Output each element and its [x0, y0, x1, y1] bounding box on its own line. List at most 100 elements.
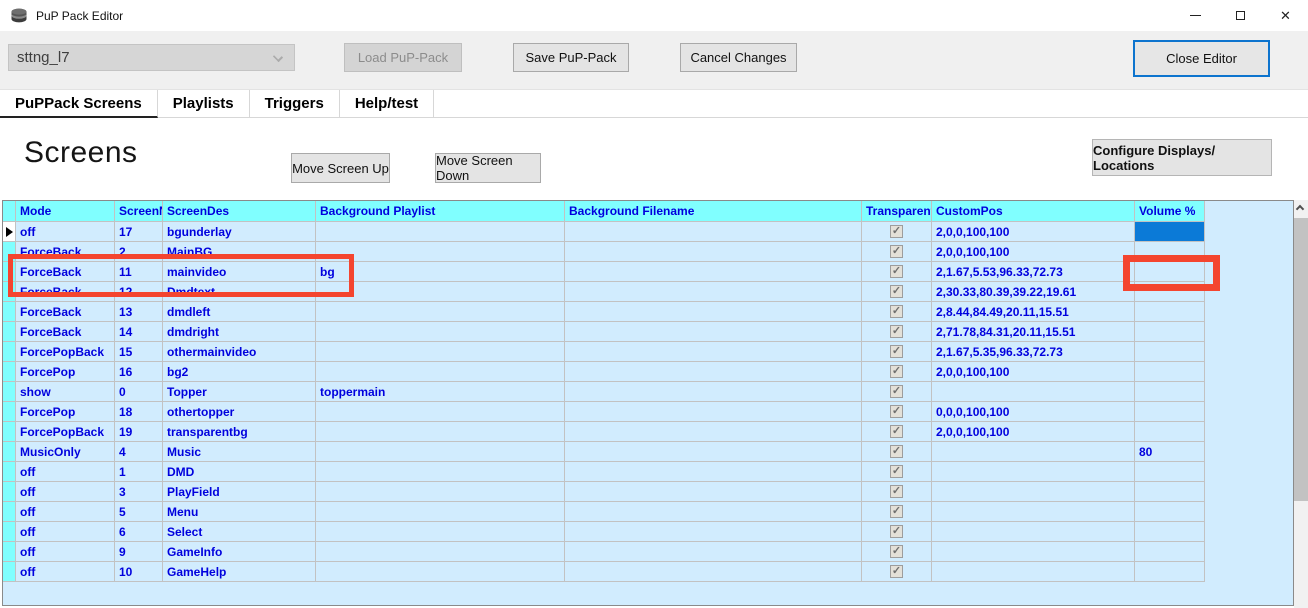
grid-cell-mode[interactable]: ForcePop: [16, 402, 115, 422]
row-indicator-cell[interactable]: [3, 302, 16, 322]
grid-cell-background-filename[interactable]: [565, 562, 862, 582]
transparent-checkbox[interactable]: ✓: [890, 385, 903, 398]
grid-cell-background-playlist[interactable]: [316, 482, 565, 502]
close-button[interactable]: ✕: [1263, 0, 1308, 31]
grid-cell-background-playlist[interactable]: toppermain: [316, 382, 565, 402]
row-indicator-cell[interactable]: [3, 322, 16, 342]
grid-cell-background-filename[interactable]: [565, 522, 862, 542]
tab-puppack-screens[interactable]: PuPPack Screens: [0, 90, 158, 118]
row-indicator-cell[interactable]: [3, 442, 16, 462]
grid-cell-screen-des[interactable]: dmdleft: [163, 302, 316, 322]
grid-cell-custom-pos[interactable]: [932, 562, 1135, 582]
grid-cell-custom-pos[interactable]: 2,1.67,5.35,96.33,72.73: [932, 342, 1135, 362]
grid-cell-mode[interactable]: off: [16, 502, 115, 522]
transparent-checkbox[interactable]: ✓: [890, 485, 903, 498]
grid-cell-background-playlist[interactable]: [316, 322, 565, 342]
grid-cell-transparent[interactable]: ✓: [862, 282, 932, 302]
grid-cell-transparent[interactable]: ✓: [862, 482, 932, 502]
grid-cell-mode[interactable]: off: [16, 222, 115, 242]
transparent-checkbox[interactable]: ✓: [890, 225, 903, 238]
grid-cell-custom-pos[interactable]: [932, 382, 1135, 402]
grid-cell-volume[interactable]: [1135, 542, 1205, 562]
transparent-checkbox[interactable]: ✓: [890, 305, 903, 318]
grid-cell-background-playlist[interactable]: [316, 362, 565, 382]
grid-cell-screen-des[interactable]: Topper: [163, 382, 316, 402]
scroll-up-icon[interactable]: [1296, 205, 1304, 213]
grid-cell-custom-pos[interactable]: [932, 502, 1135, 522]
grid-cell-background-playlist[interactable]: [316, 342, 565, 362]
grid-cell-screen-des[interactable]: transparentbg: [163, 422, 316, 442]
grid-cell-screen-des[interactable]: GameHelp: [163, 562, 316, 582]
grid-cell-screen-des[interactable]: bgunderlay: [163, 222, 316, 242]
grid-cell-screen-num[interactable]: 17: [115, 222, 163, 242]
transparent-checkbox[interactable]: ✓: [890, 285, 903, 298]
grid-cell-background-filename[interactable]: [565, 482, 862, 502]
row-indicator-cell[interactable]: [3, 562, 16, 582]
grid-cell-background-filename[interactable]: [565, 342, 862, 362]
grid-cell-background-playlist[interactable]: [316, 502, 565, 522]
grid-cell-screen-des[interactable]: bg2: [163, 362, 316, 382]
grid-cell-screen-des[interactable]: othertopper: [163, 402, 316, 422]
grid-cell-screen-des[interactable]: DMD: [163, 462, 316, 482]
grid-cell-background-filename[interactable]: [565, 242, 862, 262]
transparent-checkbox[interactable]: ✓: [890, 265, 903, 278]
grid-cell-background-filename[interactable]: [565, 222, 862, 242]
grid-cell-background-playlist[interactable]: [316, 422, 565, 442]
grid-cell-custom-pos[interactable]: [932, 442, 1135, 462]
minimize-button[interactable]: [1173, 0, 1218, 31]
grid-cell-mode[interactable]: MusicOnly: [16, 442, 115, 462]
grid-cell-mode[interactable]: ForcePopBack: [16, 342, 115, 362]
grid-cell-screen-num[interactable]: 18: [115, 402, 163, 422]
grid-cell-screen-num[interactable]: 15: [115, 342, 163, 362]
row-indicator-cell[interactable]: [3, 522, 16, 542]
grid-cell-transparent[interactable]: ✓: [862, 542, 932, 562]
grid-cell-background-filename[interactable]: [565, 322, 862, 342]
grid-cell-background-playlist[interactable]: [316, 562, 565, 582]
grid-cell-mode[interactable]: ForceBack: [16, 322, 115, 342]
grid-cell-volume[interactable]: [1135, 382, 1205, 402]
grid-cell-custom-pos[interactable]: [932, 542, 1135, 562]
grid-cell-screen-num[interactable]: 1: [115, 462, 163, 482]
grid-cell-background-filename[interactable]: [565, 402, 862, 422]
transparent-checkbox[interactable]: ✓: [890, 345, 903, 358]
grid-cell-volume[interactable]: [1135, 462, 1205, 482]
grid-cell-transparent[interactable]: ✓: [862, 502, 932, 522]
grid-cell-screen-des[interactable]: GameInfo: [163, 542, 316, 562]
grid-cell-screen-num[interactable]: 9: [115, 542, 163, 562]
tab-help-test[interactable]: Help/test: [340, 90, 434, 118]
transparent-checkbox[interactable]: ✓: [890, 545, 903, 558]
grid-cell-custom-pos[interactable]: 2,71.78,84.31,20.11,15.51: [932, 322, 1135, 342]
pack-select-dropdown[interactable]: sttng_l7: [8, 44, 295, 71]
tab-playlists[interactable]: Playlists: [158, 90, 250, 118]
grid-cell-custom-pos[interactable]: 2,1.67,5.53,96.33,72.73: [932, 262, 1135, 282]
grid-cell-background-filename[interactable]: [565, 502, 862, 522]
grid-cell-custom-pos[interactable]: [932, 482, 1135, 502]
grid-cell-background-playlist[interactable]: [316, 442, 565, 462]
grid-cell-screen-num[interactable]: 6: [115, 522, 163, 542]
grid-cell-custom-pos[interactable]: 2,0,0,100,100: [932, 222, 1135, 242]
grid-cell-transparent[interactable]: ✓: [862, 382, 932, 402]
grid-cell-transparent[interactable]: ✓: [862, 362, 932, 382]
grid-cell-transparent[interactable]: ✓: [862, 222, 932, 242]
row-indicator-cell[interactable]: [3, 382, 16, 402]
grid-cell-volume[interactable]: [1135, 302, 1205, 322]
grid-cell-background-filename[interactable]: [565, 382, 862, 402]
grid-cell-transparent[interactable]: ✓: [862, 522, 932, 542]
grid-cell-custom-pos[interactable]: 2,0,0,100,100: [932, 422, 1135, 442]
grid-cell-background-filename[interactable]: [565, 362, 862, 382]
grid-cell-background-filename[interactable]: [565, 282, 862, 302]
grid-cell-screen-num[interactable]: 19: [115, 422, 163, 442]
grid-cell-screen-num[interactable]: 3: [115, 482, 163, 502]
column-header-background-filename[interactable]: Background Filename: [565, 201, 862, 222]
grid-cell-screen-num[interactable]: 5: [115, 502, 163, 522]
grid-cell-custom-pos[interactable]: [932, 522, 1135, 542]
grid-cell-transparent[interactable]: ✓: [862, 442, 932, 462]
grid-cell-transparent[interactable]: ✓: [862, 402, 932, 422]
grid-cell-volume[interactable]: [1135, 222, 1205, 242]
grid-cell-volume[interactable]: [1135, 422, 1205, 442]
move-screen-up-button[interactable]: Move Screen Up: [291, 153, 390, 183]
grid-cell-mode[interactable]: off: [16, 542, 115, 562]
grid-cell-custom-pos[interactable]: 2,0,0,100,100: [932, 242, 1135, 262]
grid-cell-screen-num[interactable]: 10: [115, 562, 163, 582]
grid-cell-background-filename[interactable]: [565, 442, 862, 462]
